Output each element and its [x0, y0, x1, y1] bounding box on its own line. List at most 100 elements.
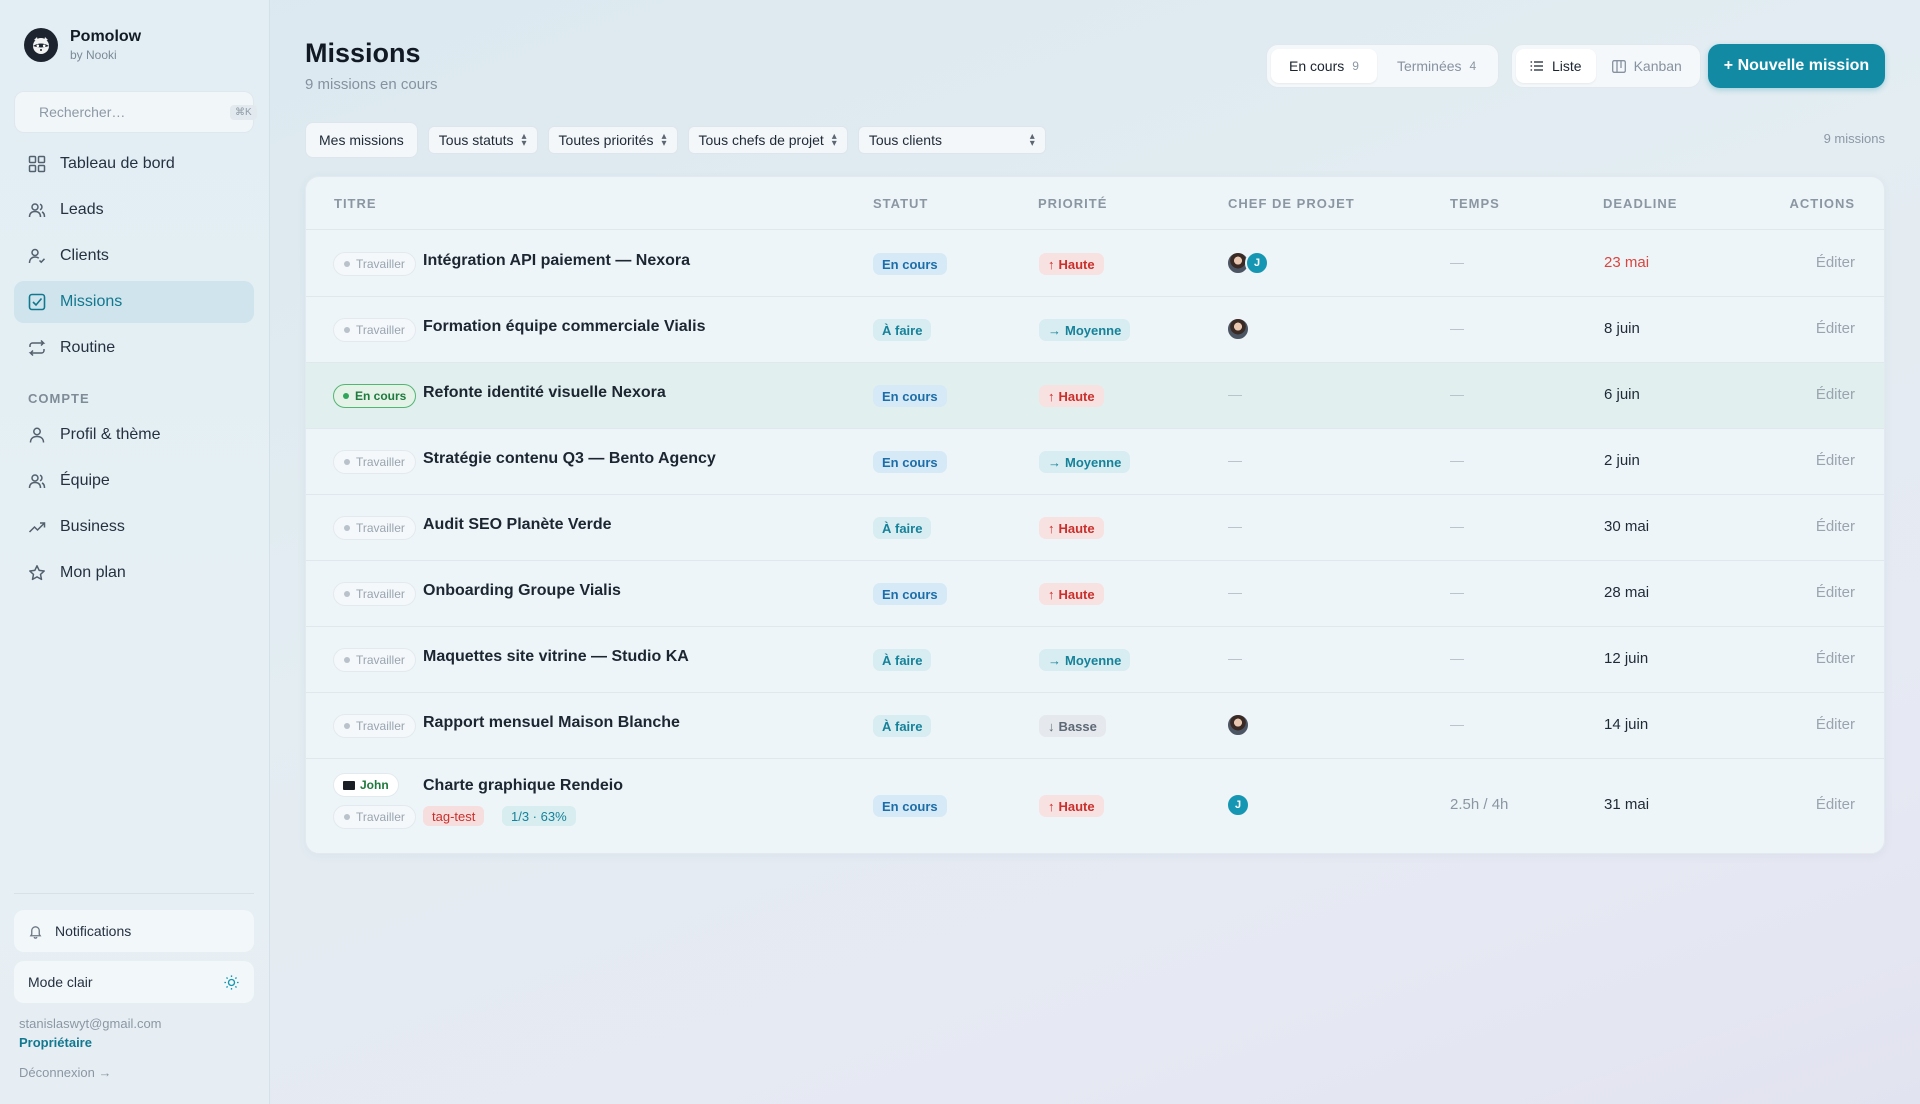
- mode-tag[interactable]: Travailler: [333, 714, 416, 738]
- edit-link[interactable]: Éditer: [1816, 254, 1855, 271]
- mission-title[interactable]: Refonte identité visuelle Nexora: [423, 384, 666, 402]
- kanban-icon: [1611, 59, 1626, 73]
- sidebar-item-label: Équipe: [60, 472, 110, 489]
- status-tabs: En cours 9 Terminées 4: [1266, 44, 1500, 88]
- edit-link[interactable]: Éditer: [1816, 386, 1855, 403]
- table-row[interactable]: En cours Refonte identité visuelle Nexor…: [306, 363, 1884, 429]
- priority-badge: → Moyenne: [1039, 451, 1131, 473]
- sidebar-item-label: Mon plan: [60, 564, 126, 581]
- sidebar-item-tableau-de-bord[interactable]: Tableau de bord: [14, 143, 254, 185]
- mission-title[interactable]: Intégration API paiement — Nexora: [423, 252, 690, 270]
- filter-status-select[interactable]: Tous statuts ▴ ▾: [427, 126, 538, 154]
- table-row[interactable]: Travailler Intégration API paiement — Ne…: [306, 231, 1884, 297]
- theme-mode-label: Mode clair: [28, 974, 93, 990]
- mission-title[interactable]: Audit SEO Planète Verde: [423, 516, 612, 534]
- edit-link[interactable]: Éditer: [1816, 796, 1855, 813]
- mode-tag[interactable]: Travailler: [333, 648, 416, 672]
- user-role: Propriétaire: [19, 1035, 92, 1050]
- sidebar-item-label: Routine: [60, 339, 116, 356]
- user-timer-tag[interactable]: John: [333, 773, 399, 797]
- column-header-chef-de-projet: CHEF DE PROJET: [1228, 196, 1355, 211]
- mode-tag[interactable]: Travailler: [333, 252, 416, 276]
- status-badge: À faire: [873, 319, 932, 341]
- mission-title[interactable]: Maquettes site vitrine — Studio KA: [423, 648, 689, 666]
- sidebar-item-label: Leads: [60, 201, 104, 218]
- search-box[interactable]: ⌘K: [14, 91, 257, 133]
- mode-tag[interactable]: Travailler: [333, 318, 416, 342]
- mode-tag-label: Travailler: [356, 521, 405, 535]
- priority-label: Haute: [1058, 520, 1095, 536]
- brand[interactable]: Pomolow by Nooki: [24, 28, 141, 62]
- team-icon: [28, 474, 46, 489]
- sidebar-item-equipe[interactable]: Équipe: [14, 460, 254, 502]
- table-row[interactable]: Travailler Audit SEO Planète Verde À fai…: [306, 495, 1884, 561]
- time-value: —: [1450, 320, 1464, 336]
- mission-title[interactable]: Rapport mensuel Maison Blanche: [423, 714, 680, 732]
- table-row[interactable]: Travailler Onboarding Groupe Vialis En c…: [306, 561, 1884, 627]
- tab-label: Kanban: [1633, 58, 1682, 74]
- table-row[interactable]: Travailler Stratégie contenu Q3 — Bento …: [306, 429, 1884, 495]
- tag-label-chip[interactable]: tag-test: [423, 806, 485, 826]
- sidebar-item-profil-theme[interactable]: Profil & thème: [14, 414, 254, 456]
- status-badge: À faire: [873, 649, 932, 671]
- sidebar-item-clients[interactable]: Clients: [14, 235, 254, 277]
- dashboard-icon: [28, 155, 46, 173]
- tab-liste[interactable]: Liste: [1516, 49, 1596, 83]
- table-row[interactable]: Travailler Formation équipe commerciale …: [306, 297, 1884, 363]
- mode-tag[interactable]: En cours: [333, 384, 417, 408]
- mode-tag[interactable]: Travailler: [333, 582, 416, 606]
- manager-empty: —: [1228, 386, 1242, 402]
- edit-link[interactable]: Éditer: [1816, 650, 1855, 667]
- timer-icon: [343, 780, 355, 790]
- search-input[interactable]: [39, 104, 220, 120]
- edit-link[interactable]: Éditer: [1816, 716, 1855, 733]
- priority-label: Haute: [1058, 388, 1095, 404]
- table-row[interactable]: John Travailler Charte graphique Rendeio…: [306, 759, 1884, 853]
- new-mission-button[interactable]: + Nouvelle mission: [1708, 44, 1885, 88]
- search-shortcut: ⌘K: [230, 104, 257, 120]
- edit-link[interactable]: Éditer: [1816, 518, 1855, 535]
- mission-title[interactable]: Stratégie contenu Q3 — Bento Agency: [423, 450, 716, 468]
- table-row[interactable]: Travailler Rapport mensuel Maison Blanch…: [306, 693, 1884, 759]
- mission-title[interactable]: Onboarding Groupe Vialis: [423, 582, 621, 600]
- theme-toggle[interactable]: Mode clair: [14, 961, 254, 1003]
- tab-en-cours[interactable]: En cours 9: [1271, 49, 1377, 83]
- filter-manager-select[interactable]: Tous chefs de projet ▴ ▾: [687, 126, 848, 154]
- deadline-value: 8 juin: [1604, 320, 1640, 337]
- sidebar-item-mon-plan[interactable]: Mon plan: [14, 552, 254, 594]
- mission-title[interactable]: Charte graphique Rendeio: [423, 777, 623, 795]
- sidebar: Pomolow by Nooki ⌘K Tableau de bord Lead…: [0, 0, 270, 1104]
- select-value: Tous chefs de projet: [698, 132, 824, 148]
- edit-link[interactable]: Éditer: [1816, 452, 1855, 469]
- time-value: —: [1450, 650, 1464, 666]
- notifications-button[interactable]: Notifications: [14, 910, 254, 952]
- filter-mes-missions[interactable]: Mes missions: [305, 122, 418, 158]
- priority-arrow-icon: ↑: [1048, 256, 1055, 272]
- column-header-titre: TITRE: [334, 196, 377, 211]
- mode-tag[interactable]: Travailler: [333, 450, 416, 474]
- status-dot-icon: [344, 525, 350, 531]
- page-subtitle: 9 missions en cours: [305, 76, 438, 93]
- mode-tag[interactable]: Travailler: [333, 516, 416, 540]
- priority-arrow-icon: →: [1048, 322, 1061, 338]
- sidebar-item-missions[interactable]: Missions: [14, 281, 254, 323]
- filter-client-select[interactable]: Tous clients ▴ ▾: [857, 126, 1046, 154]
- sidebar-divider: [14, 893, 254, 894]
- priority-badge: ↓ Basse: [1039, 715, 1106, 737]
- mission-title[interactable]: Formation équipe commerciale Vialis: [423, 318, 705, 336]
- priority-label: Haute: [1058, 586, 1095, 602]
- tab-label: En cours: [1289, 58, 1345, 74]
- sidebar-item-leads[interactable]: Leads: [14, 189, 254, 231]
- sidebar-item-business[interactable]: Business: [14, 506, 254, 548]
- tab-kanban[interactable]: Kanban: [1598, 49, 1696, 83]
- tab-count: 4: [1469, 59, 1477, 73]
- tab-terminees[interactable]: Terminées 4: [1379, 49, 1494, 83]
- table-row[interactable]: Travailler Maquettes site vitrine — Stud…: [306, 627, 1884, 693]
- mode-tag[interactable]: Travailler: [333, 805, 416, 829]
- edit-link[interactable]: Éditer: [1816, 584, 1855, 601]
- sidebar-item-routine[interactable]: Routine: [14, 327, 254, 369]
- filter-priority-select[interactable]: Toutes priorités ▴ ▾: [547, 126, 678, 154]
- logout-link[interactable]: Déconnexion →: [19, 1065, 112, 1080]
- edit-link[interactable]: Éditer: [1816, 320, 1855, 337]
- deadline-value: 30 mai: [1604, 518, 1650, 535]
